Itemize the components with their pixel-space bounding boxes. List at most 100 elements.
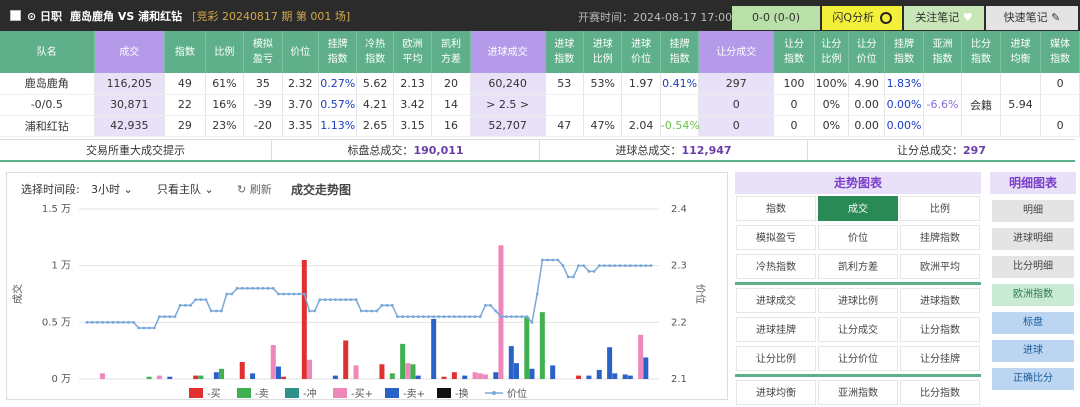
price-point	[354, 298, 358, 302]
trend-chart-button[interactable]: 冷热指数	[736, 254, 816, 279]
refresh-button[interactable]: ↻ 刷新	[237, 181, 272, 197]
table-cell: 0.57%	[318, 94, 358, 116]
trend-chart-button[interactable]: 挂牌指数	[900, 225, 980, 250]
price-point	[571, 275, 575, 279]
price-point	[256, 286, 260, 290]
chart-bar	[301, 260, 307, 379]
trend-chart-button[interactable]: 模拟盈亏	[736, 225, 816, 250]
trend-chart-button[interactable]: 让分指数	[900, 317, 980, 342]
trend-chart-button[interactable]: 欧洲平均	[900, 254, 980, 279]
detail-chart-button[interactable]: 进球明细	[992, 228, 1074, 250]
score-badge: 0-0 (0-0)	[732, 6, 820, 30]
select-checkbox[interactable]	[10, 10, 21, 21]
detail-chart-button[interactable]: 正确比分	[992, 368, 1074, 390]
price-point	[328, 298, 332, 302]
column-header: 亚洲 指数	[923, 31, 963, 73]
price-point	[406, 315, 410, 319]
flash-analysis-button[interactable]: 闪Q分析	[822, 6, 902, 30]
legend-swatch-dot	[492, 391, 496, 395]
legend-label: -买	[207, 388, 221, 399]
follow-notes-button[interactable]: 关注笔记 ♥	[904, 6, 984, 30]
chart-bar	[643, 357, 649, 379]
price-point	[318, 298, 322, 302]
table-cell: 0	[1040, 73, 1080, 95]
detail-chart-button[interactable]: 进球	[992, 340, 1074, 362]
price-point	[411, 315, 415, 319]
price-point	[349, 298, 353, 302]
price-point	[121, 320, 125, 324]
price-point	[178, 303, 182, 307]
time-range-select[interactable]: 3小时 ⌄	[91, 181, 133, 197]
trend-chart-button[interactable]: 价位	[818, 225, 898, 250]
trend-charts-title: 走势图表	[735, 172, 981, 194]
price-point	[116, 320, 120, 324]
price-point	[478, 315, 482, 319]
price-point	[214, 309, 218, 313]
price-point	[499, 315, 503, 319]
chart-grid	[79, 208, 659, 380]
detail-chart-button[interactable]: 标盘	[992, 312, 1074, 334]
trend-chart-button[interactable]: 进球指数	[900, 288, 980, 313]
table-cell	[1040, 94, 1080, 116]
total-goals-label: 进球总成交：	[615, 144, 682, 157]
y-tick-label: 0.5 万	[42, 317, 71, 328]
table-cell: 116,205	[94, 73, 166, 95]
trend-chart-button[interactable]: 让分挂牌	[900, 346, 980, 371]
trend-chart-button[interactable]: 进球比例	[818, 288, 898, 313]
column-header: 价位	[282, 31, 319, 73]
price-point	[235, 286, 239, 290]
team-filter-value: 只看主队	[157, 183, 201, 196]
table-cell: 0	[698, 94, 775, 116]
price-point	[333, 298, 337, 302]
table-cell: > 2.5 >	[470, 94, 546, 116]
trend-chart-button[interactable]: 成交	[818, 196, 898, 221]
trend-chart-button[interactable]: 让分成交	[818, 317, 898, 342]
trend-chart-button[interactable]: 让分比例	[736, 346, 816, 371]
price-point	[582, 264, 586, 268]
price-point	[106, 320, 110, 324]
chart-bar	[529, 368, 535, 379]
detail-chart-button[interactable]: 明细	[992, 200, 1074, 222]
y-axis-label: 成交	[11, 284, 24, 304]
chart-bar	[146, 376, 152, 379]
trend-chart-button[interactable]: 让分价位	[818, 346, 898, 371]
chart-bar	[508, 346, 514, 379]
trend-chart-button[interactable]: 亚洲指数	[818, 380, 898, 405]
price-point	[416, 315, 420, 319]
trend-chart-button[interactable]: 指数	[736, 196, 816, 221]
price-point	[390, 303, 394, 307]
chart-bar	[539, 312, 545, 379]
legend-swatch	[285, 388, 299, 398]
trend-chart-button[interactable]: 凯利方差	[818, 254, 898, 279]
chart-bar	[477, 373, 483, 379]
table-row: -0/0.5 30,871 22 16% -39 3.70 0.57% 4.21 3.42 14 >…	[0, 94, 1080, 116]
quick-notes-label: 快速笔记	[1003, 11, 1048, 24]
price-point	[644, 264, 648, 268]
detail-chart-button[interactable]: 欧洲指数	[992, 284, 1074, 306]
trend-chart-button[interactable]: 进球挂牌	[736, 317, 816, 342]
trend-chart-button[interactable]: 进球成交	[736, 288, 816, 313]
team-filter-select[interactable]: 只看主队 ⌄	[157, 181, 214, 197]
trend-chart-button[interactable]: 进球均衡	[736, 380, 816, 405]
chart-bar	[198, 375, 204, 379]
detail-chart-button[interactable]: 比分明细	[992, 256, 1074, 278]
chart-bar	[239, 362, 245, 379]
chart-bar	[482, 374, 488, 379]
trend-chart-button[interactable]: 比分指数	[900, 380, 980, 405]
trend-chart-button[interactable]: 比例	[900, 196, 980, 221]
total-handicap-value: 297	[963, 144, 986, 157]
column-header: 挂牌 指数	[884, 31, 924, 73]
chart-bar	[441, 376, 447, 379]
quick-notes-button[interactable]: 快速笔记 ✎	[986, 6, 1078, 30]
price-point	[344, 298, 348, 302]
column-header: 让分 价位	[848, 31, 886, 73]
legend-swatch	[189, 388, 203, 398]
big-trade-hint: 交易所重大成交提示	[0, 140, 272, 160]
table-cell: 0	[698, 115, 775, 137]
column-header: 进球成交	[470, 31, 546, 73]
table-cell: 0.41%	[660, 73, 700, 95]
table-cell: 1.13%	[318, 115, 358, 137]
table-cell: 47%	[583, 115, 623, 137]
price-point	[132, 320, 135, 324]
table-cell: -0.54%	[660, 115, 700, 137]
